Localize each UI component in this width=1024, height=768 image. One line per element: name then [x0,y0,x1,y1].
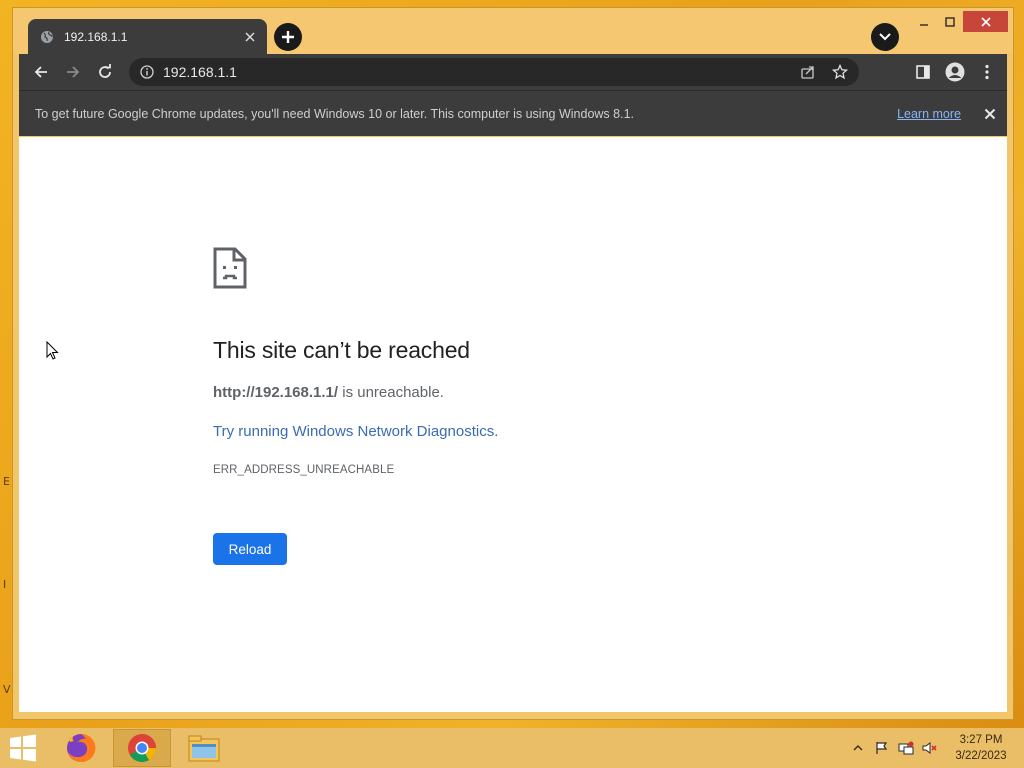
volume-muted-icon[interactable] [922,740,938,756]
network-icon[interactable] [898,740,914,756]
browser-tab[interactable]: 192.168.1.1 [28,19,267,55]
taskbar-firefox[interactable] [52,729,110,767]
taskbar-clock[interactable]: 3:27 PM 3/22/2023 [950,732,1012,764]
error-title: This site can’t be reached [213,337,470,363]
file-explorer-icon [188,735,220,762]
infobar-close-icon[interactable] [979,103,1001,125]
chrome-icon [128,734,156,762]
taskbar: 3:27 PM 3/22/2023 [0,728,1024,768]
start-button[interactable] [8,734,40,762]
mouse-cursor-icon [46,341,59,360]
taskbar-chrome[interactable] [113,729,171,767]
close-icon [980,16,991,27]
taskbar-file-explorer[interactable] [175,729,233,767]
arrow-right-icon [67,66,80,78]
maximize-icon [945,17,955,27]
profile-icon [945,62,965,82]
minimize-icon [920,24,928,26]
menu-button[interactable] [973,58,1001,86]
error-url: http://192.168.1.1/ [213,384,339,401]
title-bar[interactable]: 192.168.1.1 [13,8,1013,55]
bookmark-button[interactable] [827,60,853,84]
error-page: This site can’t be reached http://192.16… [19,137,1007,712]
desktop-icon-label: I [3,578,7,591]
system-tray [850,740,938,756]
desktop-icon-label: E [3,475,10,488]
tab-search-button[interactable] [871,23,899,51]
star-icon [832,64,848,80]
forward-button[interactable] [59,58,87,86]
error-suggestion: Try running Windows Network Diagnostics. [213,423,498,440]
side-panel-button[interactable] [909,58,937,86]
globe-icon [39,29,55,45]
tab-close-icon[interactable] [241,28,259,46]
error-unreachable-text: is unreachable. [338,384,444,401]
reload-button[interactable]: Reload [213,533,287,565]
sad-document-icon [213,247,247,289]
windows-logo-icon [10,734,36,762]
info-icon[interactable] [139,64,155,80]
back-button[interactable] [27,58,55,86]
infobar-message: To get future Google Chrome updates, you… [35,106,634,121]
browser-toolbar: 192.168.1.1 [19,54,1007,90]
share-button[interactable] [795,60,821,84]
chevron-up-icon[interactable] [850,740,866,756]
share-icon [801,66,814,79]
chevron-down-icon [879,33,891,41]
update-infobar: To get future Google Chrome updates, you… [19,90,1007,136]
desktop-icon-label: V [3,683,11,696]
side-panel-icon [916,65,930,79]
new-tab-button[interactable] [274,23,302,51]
error-description: http://192.168.1.1/ is unreachable. [213,384,444,401]
refresh-icon [99,64,111,78]
arrow-left-icon [34,66,47,78]
profile-button[interactable] [941,58,969,86]
kebab-menu-icon [985,64,989,80]
tab-title: 192.168.1.1 [64,30,128,44]
clock-date: 3/22/2023 [955,750,1007,762]
flag-icon[interactable] [874,740,890,756]
reload-toolbar-button[interactable] [91,58,119,86]
suggestion-period: . [494,423,499,440]
url-text[interactable]: 192.168.1.1 [163,64,237,80]
minimize-button[interactable] [911,10,937,34]
maximize-button[interactable] [937,10,963,34]
network-diagnostics-link[interactable]: Try running Windows Network Diagnostics [213,423,494,440]
address-bar[interactable]: 192.168.1.1 [129,58,859,86]
firefox-icon [67,733,96,762]
error-code: ERR_ADDRESS_UNREACHABLE [213,464,395,476]
clock-time: 3:27 PM [959,734,1003,746]
close-window-button[interactable] [963,11,1008,32]
plus-icon [282,31,294,43]
browser-window: 192.168.1.1 192.168.1.1 To get future Go… [12,7,1014,720]
learn-more-link[interactable]: Learn more [897,107,961,121]
